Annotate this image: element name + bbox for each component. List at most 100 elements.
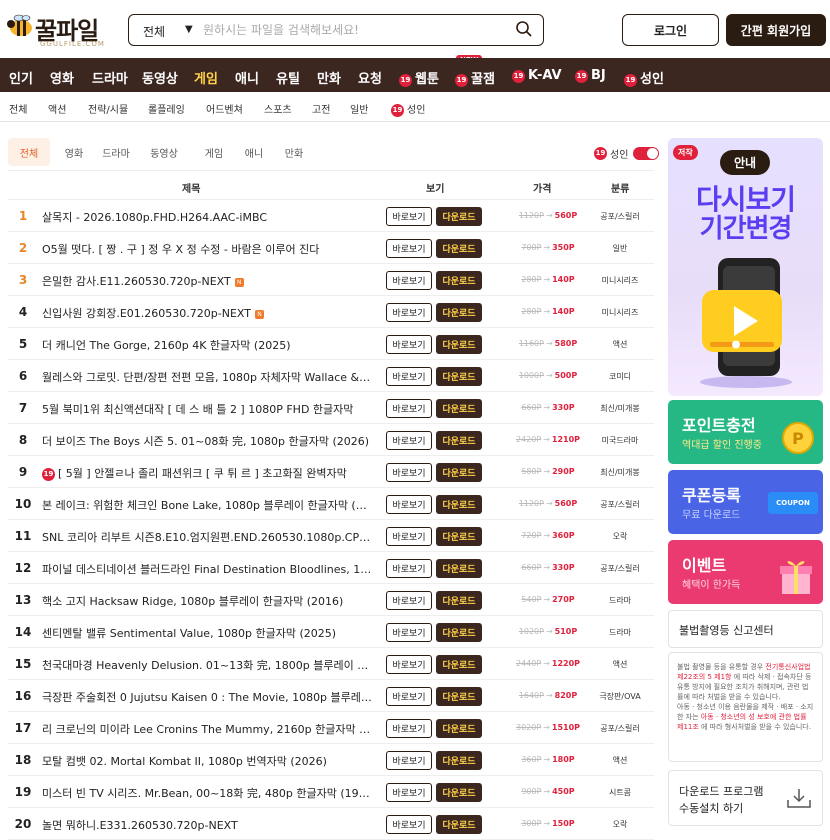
sub-nav-item[interactable]: 전체 bbox=[9, 101, 27, 116]
download-button[interactable]: 다운로드 bbox=[436, 527, 482, 546]
table-row[interactable]: 20 놀면 뭐하니.E331.260530.720p-NEXT 바로보기 다운로드 30… bbox=[8, 808, 654, 840]
view-button[interactable]: 바로보기 bbox=[386, 463, 432, 482]
view-button[interactable]: 바로보기 bbox=[386, 751, 432, 770]
download-button[interactable]: 다운로드 bbox=[436, 463, 482, 482]
row-title-link[interactable]: 은밀한 감사.E11.260530.720p-NEXT N bbox=[42, 273, 372, 289]
search-category-select[interactable]: 전체 bbox=[143, 23, 165, 40]
filter-tab[interactable]: 전체 bbox=[8, 138, 50, 166]
main-nav-item[interactable]: 드라마 bbox=[92, 68, 128, 87]
table-row[interactable]: 4 신입사원 강회장.E01.260530.720p-NEXT N 바로보기 다운로드 2… bbox=[8, 296, 654, 328]
sub-nav-item[interactable]: 19 성인 bbox=[391, 101, 425, 117]
table-row[interactable]: 15 천국대마경 Heavenly Delusion. 01~13화 完, 180… bbox=[8, 648, 654, 680]
row-title-link[interactable]: 미스터 빈 TV 시리즈. Mr.Bean, 00~18화 完, 480p 한글… bbox=[42, 785, 372, 801]
download-button[interactable]: 다운로드 bbox=[436, 687, 482, 706]
table-row[interactable]: 5 더 캐니언 The Gorge, 2160p 4K 한글자막 (2025) 바로… bbox=[8, 328, 654, 360]
row-title-link[interactable]: 센티멘탈 밸류 Sentimental Value, 1080p 한글자막 (2… bbox=[42, 625, 372, 641]
view-button[interactable]: 바로보기 bbox=[386, 559, 432, 578]
table-row[interactable]: 3 은밀한 감사.E11.260530.720p-NEXT N 바로보기 다운로드 280… bbox=[8, 264, 654, 296]
signup-button[interactable]: 간편 회원가입 bbox=[726, 14, 826, 46]
view-button[interactable]: 바로보기 bbox=[386, 815, 432, 834]
view-button[interactable]: 바로보기 bbox=[386, 591, 432, 610]
main-nav-item[interactable]: 게임 bbox=[194, 68, 218, 87]
view-button[interactable]: 바로보기 bbox=[386, 239, 432, 258]
row-title-link[interactable]: 모탈 컴뱃 02. Mortal Kombat II, 1080p 번역자막 (… bbox=[42, 753, 372, 769]
search-input[interactable] bbox=[203, 19, 503, 41]
download-program-install-link[interactable]: 다운로드 프로그램 수동설치 하기 bbox=[668, 770, 823, 826]
table-row[interactable]: 16 극장판 주술회전 0 Jujutsu Kaisen 0 : The Movi… bbox=[8, 680, 654, 712]
table-row[interactable]: 18 모탈 컴뱃 02. Mortal Kombat II, 1080p 번역자막… bbox=[8, 744, 654, 776]
main-nav-item[interactable]: 인기 bbox=[9, 68, 33, 87]
main-nav-item[interactable]: 19 꿀잼 bbox=[455, 68, 495, 87]
filter-tab[interactable]: 드라마 bbox=[98, 138, 134, 166]
row-title-link[interactable]: 파이널 데스티네이션 블러드라인 Final Destination Blood… bbox=[42, 561, 372, 577]
sub-nav-item[interactable]: 일반 bbox=[350, 101, 368, 116]
main-nav-item[interactable]: 19 성인 bbox=[624, 68, 664, 87]
rewatch-period-banner[interactable]: 저작 안내 다시보기 기간변경 bbox=[668, 138, 823, 396]
view-button[interactable]: 바로보기 bbox=[386, 271, 432, 290]
table-row[interactable]: 6 월레스와 그로밋. 단편/장편 전편 모음, 1080p 자체자막 Walla… bbox=[8, 360, 654, 392]
login-button[interactable]: 로그인 bbox=[622, 14, 719, 46]
sub-nav-item[interactable]: 액션 bbox=[48, 101, 66, 116]
view-button[interactable]: 바로보기 bbox=[386, 687, 432, 706]
row-title-link[interactable]: SNL 코리아 리부트 시즌8.E10.엄지원편.END.260530.1080… bbox=[42, 529, 372, 545]
sub-nav-item[interactable]: 전략/시뮬 bbox=[88, 101, 128, 116]
view-button[interactable]: 바로보기 bbox=[386, 719, 432, 738]
table-row[interactable]: 14 센티멘탈 밸류 Sentimental Value, 1080p 한글자막 … bbox=[8, 616, 654, 648]
view-button[interactable]: 바로보기 bbox=[386, 527, 432, 546]
view-button[interactable]: 바로보기 bbox=[386, 655, 432, 674]
table-row[interactable]: 9 19[ 5월 ] 안젤ㄹ나 졸리 패션위크 [ 쿠 튀 르 ] 초고화질 완벽… bbox=[8, 456, 654, 488]
download-button[interactable]: 다운로드 bbox=[436, 335, 482, 354]
main-nav-item[interactable]: 영화 bbox=[50, 68, 74, 87]
download-button[interactable]: 다운로드 bbox=[436, 367, 482, 386]
view-button[interactable]: 바로보기 bbox=[386, 207, 432, 226]
download-button[interactable]: 다운로드 bbox=[436, 559, 482, 578]
search-icon[interactable] bbox=[515, 20, 533, 38]
row-title-link[interactable]: 5월 북미1위 최신액션대작 [ 데 스 배 틀 2 ] 1080P FHD 한… bbox=[42, 401, 372, 417]
toggle-switch[interactable] bbox=[633, 147, 660, 160]
table-row[interactable]: 2 O5월 떳다. [ 짱 . 구 ] 정 우 X 정 수정 - 바람은 이루어 … bbox=[8, 232, 654, 264]
main-nav-item[interactable]: 동영상 bbox=[142, 68, 178, 87]
sub-nav-item[interactable]: 롤플레잉 bbox=[148, 101, 185, 116]
view-button[interactable]: 바로보기 bbox=[386, 623, 432, 642]
main-nav-item[interactable]: 19 웹툰 bbox=[399, 68, 439, 87]
download-button[interactable]: 다운로드 bbox=[436, 495, 482, 514]
download-button[interactable]: 다운로드 bbox=[436, 271, 482, 290]
download-button[interactable]: 다운로드 bbox=[436, 239, 482, 258]
row-title-link[interactable]: O5월 떳다. [ 짱 . 구 ] 정 우 X 정 수정 - 바람은 이루어 진… bbox=[42, 241, 372, 257]
site-logo[interactable]: 꿀파일 GGULFILE.COM bbox=[6, 10, 116, 50]
download-button[interactable]: 다운로드 bbox=[436, 751, 482, 770]
row-title-link[interactable]: 핵소 고지 Hacksaw Ridge, 1080p 블루레이 한글자막 (20… bbox=[42, 593, 372, 609]
download-button[interactable]: 다운로드 bbox=[436, 655, 482, 674]
illegal-report-center-link[interactable]: 불법촬영등 신고센터 bbox=[668, 610, 823, 648]
view-button[interactable]: 바로보기 bbox=[386, 495, 432, 514]
table-row[interactable]: 12 파이널 데스티네이션 블러드라인 Final Destination Blo… bbox=[8, 552, 654, 584]
table-row[interactable]: 19 미스터 빈 TV 시리즈. Mr.Bean, 00~18화 完, 480p … bbox=[8, 776, 654, 808]
download-button[interactable]: 다운로드 bbox=[436, 399, 482, 418]
row-title-link[interactable]: 살목지 - 2026.1080p.FHD.H264.AAC-iMBC bbox=[42, 209, 372, 225]
download-button[interactable]: 다운로드 bbox=[436, 303, 482, 322]
download-button[interactable]: 다운로드 bbox=[436, 783, 482, 802]
row-title-link[interactable]: 더 보이즈 The Boys 시즌 5. 01~08화 完, 1080p 한글자… bbox=[42, 433, 372, 449]
main-nav-item[interactable]: 19 BJ bbox=[575, 68, 606, 83]
caret-down-icon[interactable]: ▼ bbox=[185, 24, 193, 35]
download-button[interactable]: 다운로드 bbox=[436, 207, 482, 226]
row-title-link[interactable]: 월레스와 그로밋. 단편/장편 전편 모음, 1080p 자체자막 Wallac… bbox=[42, 369, 372, 385]
table-row[interactable]: 1 살목지 - 2026.1080p.FHD.H264.AAC-iMBC 바로보기 다… bbox=[8, 200, 654, 232]
filter-tab[interactable]: 게임 bbox=[196, 138, 232, 166]
table-row[interactable]: 10 본 레이크: 위험한 체크인 Bone Lake, 1080p 블루레이 한… bbox=[8, 488, 654, 520]
download-button[interactable]: 다운로드 bbox=[436, 431, 482, 450]
coupon-register-banner[interactable]: 쿠폰등록 무료 다운로드 COUPON bbox=[668, 470, 823, 534]
table-row[interactable]: 17 리 크로닌의 미이라 Lee Cronins The Mummy, 2160… bbox=[8, 712, 654, 744]
download-button[interactable]: 다운로드 bbox=[436, 591, 482, 610]
view-button[interactable]: 바로보기 bbox=[386, 303, 432, 322]
main-nav-item[interactable]: 요청 bbox=[358, 68, 382, 87]
view-button[interactable]: 바로보기 bbox=[386, 335, 432, 354]
table-row[interactable]: 13 핵소 고지 Hacksaw Ridge, 1080p 블루레이 한글자막 (… bbox=[8, 584, 654, 616]
adult-toggle[interactable]: 19 성인 bbox=[594, 146, 660, 161]
sub-nav-item[interactable]: 어드벤쳐 bbox=[206, 101, 243, 116]
main-nav-item[interactable]: 만화 bbox=[317, 68, 341, 87]
point-charge-banner[interactable]: 포인트충전 역대급 할인 진행중 P bbox=[668, 400, 823, 464]
row-title-link[interactable]: 본 레이크: 위험한 체크인 Bone Lake, 1080p 블루레이 한글자… bbox=[42, 497, 372, 513]
filter-tab[interactable]: 애니 bbox=[236, 138, 272, 166]
download-button[interactable]: 다운로드 bbox=[436, 719, 482, 738]
